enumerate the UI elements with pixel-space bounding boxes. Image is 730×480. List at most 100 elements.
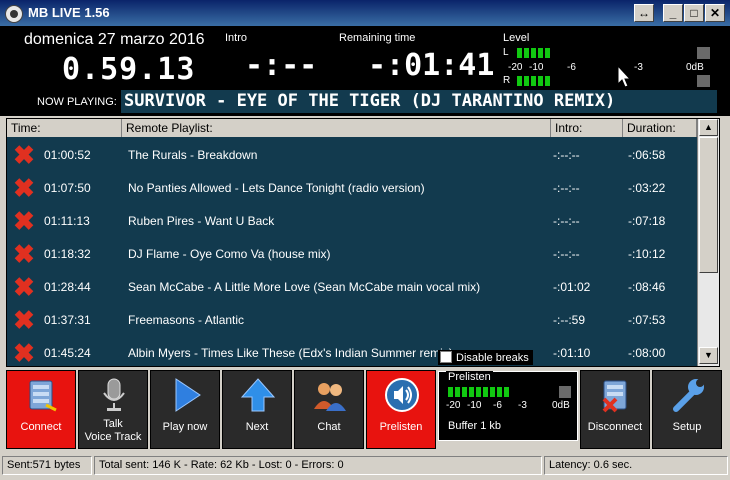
- row-intro: -:--:--: [553, 148, 580, 162]
- talk-voice-track-button[interactable]: Talk Voice Track: [78, 370, 148, 449]
- current-date: domenica 27 marzo 2016: [24, 31, 205, 48]
- prelisten-button[interactable]: Prelisten: [366, 370, 436, 449]
- prelisten-scale-tick: -20: [446, 400, 461, 411]
- prelisten-scale-tick: -3: [518, 400, 527, 411]
- disconnect-button[interactable]: Disconnect: [580, 370, 650, 449]
- status-bar: Sent:571 bytes Total sent: 146 K - Rate:…: [0, 454, 730, 478]
- row-title: No Panties Allowed - Lets Dance Tonight …: [128, 181, 425, 195]
- meter-led: [462, 387, 467, 397]
- scroll-down-icon[interactable]: ▼: [699, 347, 718, 364]
- server-connect-icon: [29, 380, 57, 412]
- prelisten-meter: [448, 387, 509, 397]
- chat-button[interactable]: Chat: [294, 370, 364, 449]
- main-toolbar: Connect Talk Voice Track Play now Next Ch…: [0, 368, 730, 451]
- disable-breaks-checkbox[interactable]: [440, 351, 452, 363]
- row-time: 01:00:52: [44, 148, 91, 162]
- table-row[interactable]: ✖ 01:45:24 Albin Myers - Times Like Thes…: [7, 337, 697, 366]
- play-icon: [175, 378, 201, 412]
- remove-icon[interactable]: ✖: [11, 274, 37, 300]
- mouse-cursor-icon: [617, 65, 631, 88]
- row-intro: -:--:--: [553, 214, 580, 228]
- arrow-up-icon: [240, 378, 276, 412]
- meter-led: [497, 387, 502, 397]
- intro-label: Intro: [225, 32, 248, 44]
- playlist-scrollbar[interactable]: ▲ ▼: [697, 119, 719, 366]
- remaining-display: -:01:41: [368, 48, 495, 83]
- users-icon: [314, 383, 346, 411]
- table-row[interactable]: ✖ 01:37:31 Freemasons - Atlantic -:--:59…: [7, 304, 697, 337]
- meter-scale-tick: -6: [567, 62, 576, 73]
- row-duration: -:03:22: [628, 181, 666, 195]
- remove-icon[interactable]: ✖: [11, 241, 37, 267]
- row-time: 01:37:31: [44, 313, 91, 327]
- row-duration: -:10:12: [628, 247, 666, 261]
- disable-breaks-label: Disable breaks: [456, 352, 529, 364]
- remove-icon[interactable]: ✖: [11, 307, 37, 333]
- row-title: Ruben Pires - Want U Back: [128, 214, 275, 228]
- clip-indicator-right: [697, 75, 710, 87]
- next-label: Next: [245, 421, 269, 433]
- remove-icon[interactable]: ✖: [11, 208, 37, 234]
- meter-led: [455, 387, 460, 397]
- title-bar: MB LIVE 1.56 ↔ _ □ ✕: [0, 0, 730, 26]
- table-row[interactable]: ✖ 01:07:50 No Panties Allowed - Lets Dan…: [7, 172, 697, 205]
- playlist-header: Time: Remote Playlist: Intro: Duration:: [7, 119, 697, 137]
- meter-led: [538, 48, 543, 58]
- connect-label: Connect: [20, 421, 62, 433]
- meter-led: [545, 48, 550, 58]
- column-title[interactable]: Remote Playlist:: [122, 119, 551, 137]
- row-time: 01:18:32: [44, 247, 91, 261]
- meter-led: [490, 387, 495, 397]
- row-intro: -:--:--: [553, 247, 580, 261]
- table-row[interactable]: ✖ 01:18:32 DJ Flame - Oye Como Va (house…: [7, 238, 697, 271]
- remove-icon[interactable]: ✖: [11, 175, 37, 201]
- play-now-button[interactable]: Play now: [150, 370, 220, 449]
- setup-label: Setup: [672, 421, 702, 433]
- meter-led: [531, 48, 536, 58]
- play-now-label: Play now: [162, 421, 208, 433]
- talk-label-line2: Voice Track: [84, 431, 142, 443]
- disable-breaks-option[interactable]: Disable breaks: [438, 350, 533, 365]
- close-button[interactable]: ✕: [705, 4, 725, 22]
- minimize-button[interactable]: _: [663, 4, 683, 22]
- meter-led: [517, 76, 522, 86]
- row-time: 01:07:50: [44, 181, 91, 195]
- column-intro[interactable]: Intro:: [551, 119, 623, 137]
- prelisten-panel: Prelisten -20 -10 -6 -3 0dB Buffer 1 kb: [438, 371, 578, 441]
- table-row[interactable]: ✖ 01:00:52 The Rurals - Breakdown -:--:-…: [7, 139, 697, 172]
- row-time: 01:11:13: [44, 214, 90, 228]
- table-row[interactable]: ✖ 01:28:44 Sean McCabe - A Little More L…: [7, 271, 697, 304]
- table-row[interactable]: ✖ 01:11:13 Ruben Pires - Want U Back -:-…: [7, 205, 697, 238]
- window-title: MB LIVE 1.56: [28, 5, 110, 20]
- level-label: Level: [503, 32, 530, 44]
- row-intro: -:01:10: [553, 346, 591, 360]
- maximize-button[interactable]: □: [684, 4, 704, 22]
- row-duration: -:08:00: [628, 346, 666, 360]
- remote-playlist[interactable]: Time: Remote Playlist: Intro: Duration: …: [6, 118, 720, 367]
- microphone-icon: [103, 378, 125, 411]
- meter-led: [483, 387, 488, 397]
- latency-status: Latency: 0.6 sec.: [544, 456, 728, 475]
- sent-status: Sent:571 bytes: [2, 456, 92, 475]
- meter-led: [524, 48, 529, 58]
- row-intro: -:--:--: [553, 181, 580, 195]
- resize-toggle-button[interactable]: ↔: [634, 4, 654, 22]
- connect-button[interactable]: Connect: [6, 370, 76, 449]
- meter-led: [476, 387, 481, 397]
- setup-button[interactable]: Setup: [652, 370, 722, 449]
- row-duration: -:06:58: [628, 148, 666, 162]
- meter-right-label: R: [503, 75, 511, 86]
- remove-icon[interactable]: ✖: [11, 142, 37, 168]
- column-duration[interactable]: Duration:: [623, 119, 697, 137]
- meter-led: [448, 387, 453, 397]
- level-meter-right: [517, 76, 550, 86]
- meter-led: [524, 76, 529, 86]
- app-icon[interactable]: [5, 5, 23, 23]
- next-button[interactable]: Next: [222, 370, 292, 449]
- prelisten-panel-title: Prelisten: [446, 371, 493, 383]
- intro-display: -:--: [245, 48, 318, 83]
- remove-icon[interactable]: ✖: [11, 340, 37, 366]
- scroll-thumb[interactable]: [699, 137, 718, 273]
- scroll-up-icon[interactable]: ▲: [699, 119, 718, 136]
- column-time[interactable]: Time:: [7, 119, 122, 137]
